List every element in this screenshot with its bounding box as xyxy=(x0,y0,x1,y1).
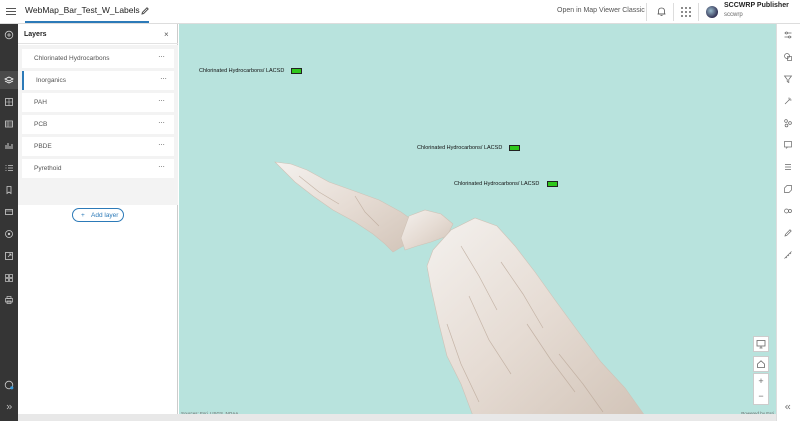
menu-icon[interactable] xyxy=(6,6,16,16)
more-options-icon[interactable]: ··· xyxy=(158,140,165,149)
island-terrain xyxy=(274,161,646,416)
properties-icon[interactable] xyxy=(4,229,14,239)
print-icon[interactable] xyxy=(4,295,14,305)
share-icon[interactable] xyxy=(4,251,14,261)
fields-icon[interactable] xyxy=(783,162,793,172)
screen-icon[interactable] xyxy=(753,336,769,352)
layers-panel: Layers × Chlorinated Hydrocarbons ··· In… xyxy=(18,24,178,414)
apps-icon[interactable] xyxy=(4,273,14,283)
open-classic-link[interactable]: Open in Map Viewer Classic xyxy=(557,7,645,14)
layer-label: Chlorinated Hydrocarbons xyxy=(34,55,110,62)
panel-header: Layers × xyxy=(18,24,178,44)
more-options-icon[interactable]: ··· xyxy=(158,118,165,127)
layer-item[interactable]: PBDE ··· xyxy=(22,137,174,156)
layer-label: PAH xyxy=(34,99,47,106)
properties-icon[interactable] xyxy=(783,30,793,40)
close-icon[interactable]: × xyxy=(164,30,169,39)
styles-icon[interactable] xyxy=(783,52,793,62)
more-options-icon[interactable]: ··· xyxy=(158,162,165,171)
header-divider xyxy=(673,3,674,21)
bookmarks-icon[interactable] xyxy=(4,185,14,195)
more-options-icon[interactable]: ··· xyxy=(158,52,165,61)
more-options-icon[interactable]: ··· xyxy=(158,96,165,105)
add-layer-button[interactable]: + Add layer xyxy=(72,208,124,222)
map-label: Chlorinated Hydrocarbons/ LACSD xyxy=(454,181,540,187)
layer-item[interactable]: Inorganics ··· xyxy=(22,71,174,90)
right-toolbar xyxy=(776,24,800,421)
avatar[interactable] xyxy=(706,6,718,18)
tables-icon[interactable] xyxy=(4,119,14,129)
aggregation-icon[interactable] xyxy=(783,118,793,128)
basemap-icon[interactable] xyxy=(4,97,14,107)
app-launcher-icon[interactable] xyxy=(681,7,691,17)
layer-item[interactable]: PCB ··· xyxy=(22,115,174,134)
layer-label: Pyrethoid xyxy=(34,165,62,172)
layer-item[interactable]: Pyrethoid ··· xyxy=(22,159,174,178)
charts-icon[interactable] xyxy=(4,141,14,151)
map-title[interactable]: WebMap_Bar_Test_W_Labels xyxy=(25,5,140,15)
labels-icon[interactable] xyxy=(783,184,793,194)
zoom-in-button[interactable]: + xyxy=(754,374,768,389)
header-divider xyxy=(698,3,699,21)
layer-label: PCB xyxy=(34,121,48,128)
map-label: Chlorinated Hydrocarbons/ LACSD xyxy=(199,68,285,74)
layer-item[interactable]: PAH ··· xyxy=(22,93,174,112)
title-underline xyxy=(25,21,149,23)
panel-title: Layers xyxy=(24,31,47,38)
top-header: WebMap_Bar_Test_W_Labels Open in Map Vie… xyxy=(0,0,800,24)
help-icon[interactable] xyxy=(4,380,14,390)
map-view[interactable]: Chlorinated Hydrocarbons/ LACSD Chlorina… xyxy=(179,24,776,416)
layer-label: Inorganics xyxy=(36,77,66,84)
chart-bar[interactable] xyxy=(509,145,520,151)
header-divider xyxy=(646,3,647,21)
layer-list: Chlorinated Hydrocarbons ··· Inorganics … xyxy=(18,45,178,222)
user-org: sccwrp xyxy=(724,12,743,18)
zoom-control: + − xyxy=(753,373,769,405)
left-toolbar xyxy=(0,24,18,421)
layer-item[interactable]: Chlorinated Hydrocarbons ··· xyxy=(22,49,174,68)
add-icon[interactable] xyxy=(4,30,14,40)
map-label: Chlorinated Hydrocarbons/ LACSD xyxy=(417,145,503,151)
layer-label: PBDE xyxy=(34,143,52,150)
measure-icon[interactable] xyxy=(783,250,793,260)
effects-icon[interactable] xyxy=(783,96,793,106)
user-name[interactable]: SCCWRP Publisher xyxy=(724,2,789,9)
chart-bar[interactable] xyxy=(291,68,302,74)
home-icon[interactable] xyxy=(753,356,769,372)
media-icon[interactable] xyxy=(4,207,14,217)
zoom-out-button[interactable]: − xyxy=(754,389,768,404)
collapse-icon[interactable] xyxy=(4,402,14,412)
configure-icon[interactable] xyxy=(783,206,793,216)
legend-icon[interactable] xyxy=(4,163,14,173)
filter-icon[interactable] xyxy=(783,74,793,84)
edit-pencil-icon[interactable] xyxy=(140,6,150,16)
more-options-icon[interactable]: ··· xyxy=(160,74,167,83)
chart-bar[interactable] xyxy=(547,181,558,187)
bell-icon[interactable] xyxy=(656,6,667,17)
add-layer-label: Add layer xyxy=(91,212,119,219)
expand-icon[interactable] xyxy=(783,402,793,412)
layers-icon[interactable] xyxy=(4,75,14,85)
sketch-icon[interactable] xyxy=(783,228,793,238)
status-strip xyxy=(18,414,776,421)
plus-icon: + xyxy=(81,212,85,219)
popups-icon[interactable] xyxy=(783,140,793,150)
